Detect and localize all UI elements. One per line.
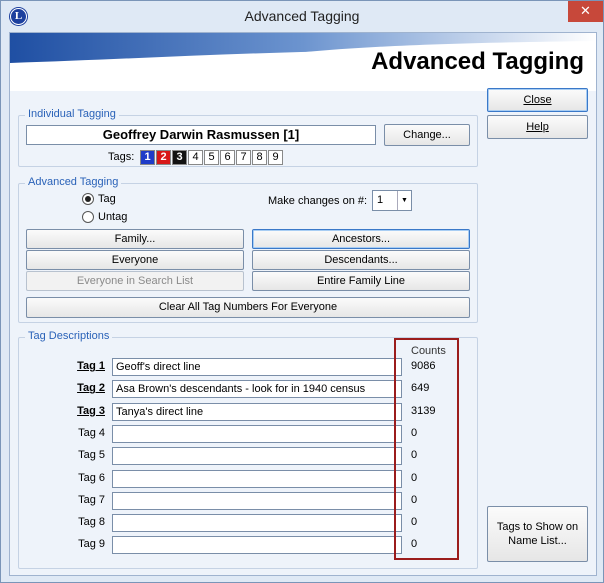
header-banner: Advanced Tagging [10, 33, 596, 91]
tag-number-box[interactable]: 8 [252, 150, 267, 165]
advanced-tagging-window: L Advanced Tagging ✕ Advanced Tagging Cl… [0, 0, 604, 583]
tag-row-label: Tag 4 [78, 426, 105, 439]
untag-radio-label[interactable]: Untag [98, 211, 127, 223]
ancestors-button-label: Ancestors... [331, 233, 391, 245]
family-button[interactable]: Family... [26, 229, 244, 249]
tags-to-show-label-line2: Name List... [508, 535, 567, 547]
make-changes-value: 1 [377, 194, 384, 206]
tag-row-label: Tag 6 [78, 471, 105, 484]
advanced-tagging-legend: Advanced Tagging [25, 176, 122, 188]
clear-all-tags-button[interactable]: Clear All Tag Numbers For Everyone [26, 297, 470, 318]
close-button[interactable]: Close [487, 88, 588, 112]
make-changes-select[interactable]: 1 ▼ [372, 190, 412, 211]
tag-row-label: Tag 3 [77, 404, 105, 417]
tag-row-label: Tag 5 [78, 449, 105, 462]
tag-description-input[interactable] [112, 536, 402, 555]
tag-number-box[interactable]: 9 [268, 150, 283, 165]
tag-row-label: Tag 7 [78, 493, 105, 506]
entire-family-line-button[interactable]: Entire Family Line [252, 271, 470, 291]
help-button[interactable]: Help [487, 115, 588, 139]
dialog-client-area: Advanced Tagging Close Help Tags to Show… [9, 32, 597, 576]
tag-number-box[interactable]: 5 [204, 150, 219, 165]
clear-all-tags-label: Clear All Tag Numbers For Everyone [158, 301, 338, 313]
tag-description-input[interactable] [112, 514, 402, 533]
everyone-in-search-list-button: Everyone in Search List [26, 271, 244, 291]
tag-radio[interactable] [82, 193, 94, 205]
tag-description-input[interactable] [112, 424, 402, 443]
tag-description-input[interactable] [112, 491, 402, 510]
tag-number-box[interactable]: 6 [220, 150, 235, 165]
window-title: Advanced Tagging [244, 8, 360, 24]
everyone-button-label: Everyone [111, 254, 159, 266]
everyone-in-search-list-label: Everyone in Search List [76, 275, 194, 287]
banner-title: Advanced Tagging [371, 48, 584, 75]
tags-to-show-button[interactable]: Tags to Show on Name List... [487, 506, 588, 562]
tag-number-box[interactable]: 3 [172, 150, 187, 165]
descendants-button[interactable]: Descendants... [252, 250, 470, 270]
tag-description-input[interactable]: Asa Brown's descendants - look for in 19… [112, 380, 402, 399]
make-changes-label: Make changes on #: [268, 195, 368, 207]
tag-number-box[interactable]: 7 [236, 150, 251, 165]
change-person-button[interactable]: Change... [384, 124, 470, 146]
tag-row-label: Tag 1 [77, 360, 105, 372]
tags-label: Tags: [108, 151, 135, 163]
person-name-field: Geoffrey Darwin Rasmussen [1] [26, 125, 376, 145]
help-button-label: Help [526, 121, 549, 133]
ancestors-button[interactable]: Ancestors... [252, 229, 470, 249]
entire-family-line-label: Entire Family Line [316, 275, 406, 287]
family-button-label: Family... [114, 233, 156, 245]
tag-number-box[interactable]: 4 [188, 150, 203, 165]
change-button-label: Change... [403, 129, 451, 141]
title-bar[interactable]: L Advanced Tagging ✕ [1, 1, 603, 32]
tag-description-input[interactable] [112, 447, 402, 466]
descendants-button-label: Descendants... [324, 254, 398, 266]
tag-row-label: Tag 2 [77, 382, 105, 395]
tag-row-label: Tag 9 [78, 538, 105, 551]
tag-description-input[interactable]: Tanya's direct line [112, 402, 402, 421]
chevron-down-icon[interactable]: ▼ [397, 191, 411, 210]
close-button-label: Close [523, 94, 552, 106]
tags-to-show-label-line1: Tags to Show on [496, 521, 579, 533]
tag-number-box[interactable]: 2 [156, 150, 171, 165]
tag-descriptions-legend: Tag Descriptions [25, 330, 113, 342]
tag-number-box[interactable]: 1 [140, 150, 155, 165]
window-close-icon[interactable]: ✕ [568, 1, 603, 22]
individual-tagging-legend: Individual Tagging [25, 108, 119, 120]
tag-description-input[interactable]: Geoff's direct line [112, 358, 402, 376]
untag-radio[interactable] [82, 211, 94, 223]
everyone-button[interactable]: Everyone [26, 250, 244, 270]
tag-description-input[interactable] [112, 469, 402, 488]
tag-row-label: Tag 8 [78, 516, 105, 529]
tag-radio-label[interactable]: Tag [98, 193, 116, 205]
counts-highlight-box [394, 338, 459, 560]
